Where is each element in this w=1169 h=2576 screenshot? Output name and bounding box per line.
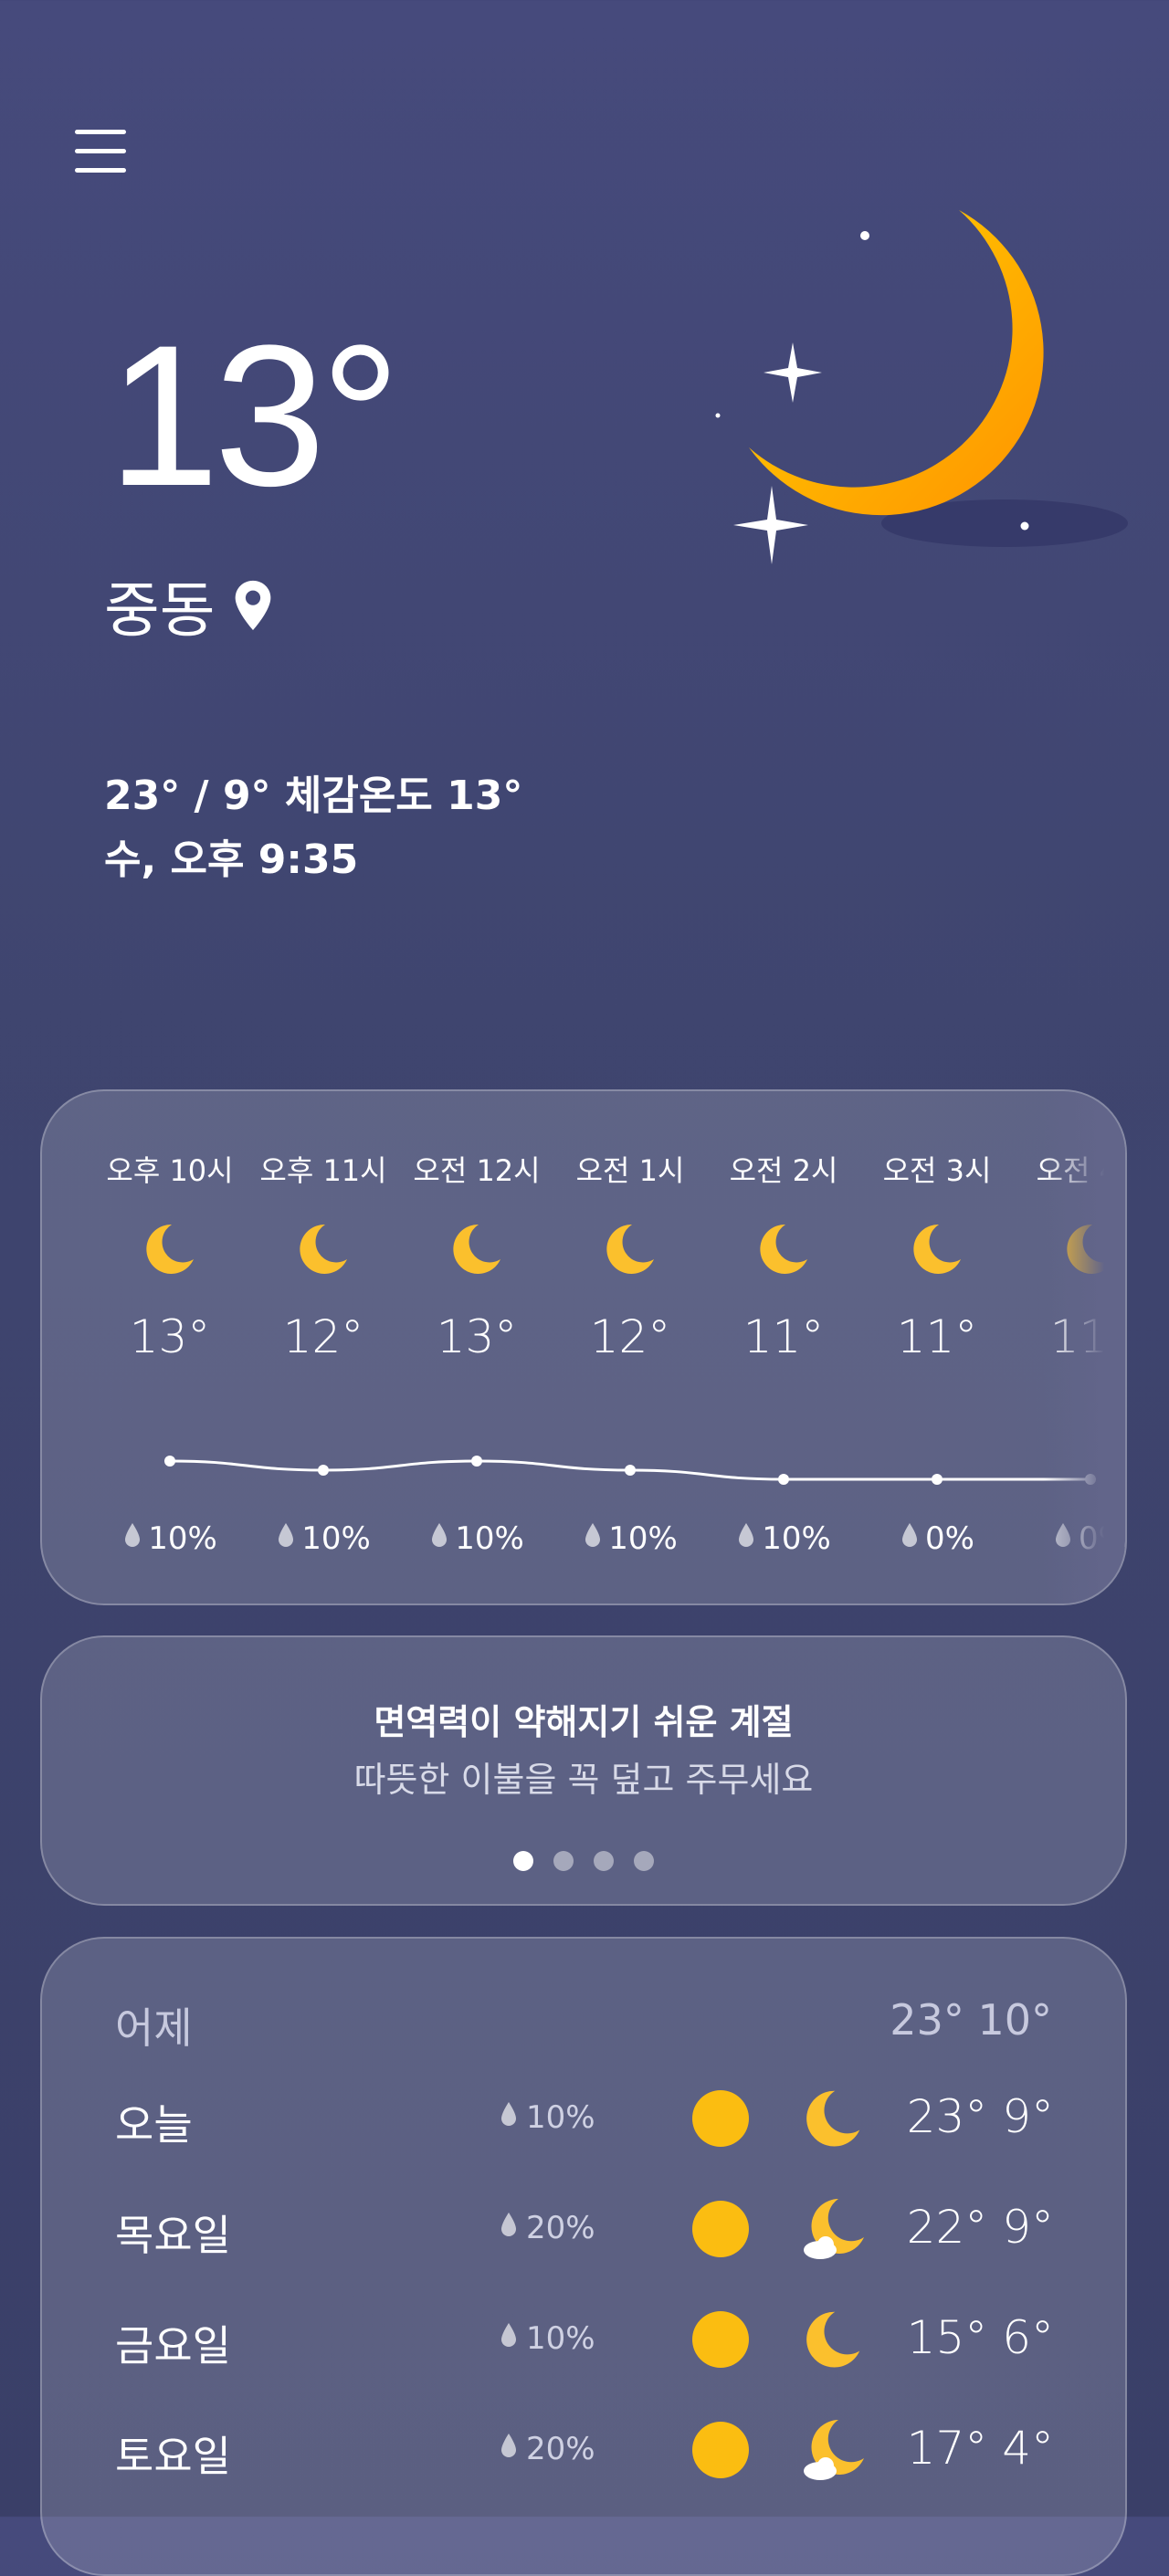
- raindrop-icon: [499, 2320, 519, 2357]
- sun-icon: [692, 2422, 749, 2478]
- day-temps: 22° 9°: [906, 2201, 1054, 2254]
- page-dot[interactable]: [594, 1851, 614, 1871]
- moon-icon: [294, 1219, 353, 1277]
- moon-icon: [601, 1219, 659, 1277]
- yesterday-label: 어제: [115, 2003, 193, 2053]
- raindrop-icon: [499, 2099, 519, 2136]
- moon-icon: [448, 1219, 506, 1277]
- raindrop-icon: [900, 1520, 920, 1557]
- menu-icon-line: [75, 149, 126, 153]
- hour-time: 오전 1시: [575, 1153, 685, 1188]
- hourly-item: 오전 12시 13° 10%: [400, 1091, 553, 1603]
- page-dot[interactable]: [553, 1851, 574, 1871]
- page-dot[interactable]: [634, 1851, 654, 1871]
- raindrop-icon: [122, 1520, 142, 1557]
- hourly-item: 오전 3시 11° 0%: [860, 1091, 1014, 1603]
- rain-probability: 10%: [762, 1520, 831, 1557]
- day-rain: 10%: [499, 2099, 645, 2136]
- tip-title: 면역력이 약해지기 쉬운 계절: [374, 1702, 794, 1742]
- hour-rain: 10%: [247, 1520, 400, 1557]
- daily-row[interactable]: 금요일 10% 15° 6°: [42, 2306, 1125, 2379]
- hourly-item: 오전 1시 12° 10%: [553, 1091, 707, 1603]
- hour-rain: 10%: [93, 1520, 247, 1557]
- high-low-feels-like: 23° / 9° 체감온도 13°: [104, 773, 523, 819]
- hour-rain: 0%: [860, 1520, 1014, 1557]
- day-rain: 10%: [499, 2320, 645, 2357]
- day-rain: 20%: [499, 2210, 645, 2246]
- location-name: 중동: [104, 575, 216, 646]
- rain-probability: 10%: [455, 1520, 524, 1557]
- day-temps: 15° 6°: [906, 2311, 1054, 2364]
- raindrop-icon: [276, 1520, 296, 1557]
- hour-temp: 13°: [129, 1310, 211, 1363]
- yesterday-temps: 23° 10°: [890, 1995, 1052, 2045]
- hour-temp: 12°: [589, 1310, 671, 1363]
- day-rain: 20%: [499, 2431, 645, 2467]
- hour-temp: 11°: [896, 1310, 978, 1363]
- day-temps: 17° 4°: [906, 2422, 1054, 2475]
- tip-card[interactable]: 면역력이 약해지기 쉬운 계절 따뜻한 이불을 꼭 덮고 주무세요: [40, 1635, 1127, 1906]
- moon-icon: [800, 2085, 873, 2150]
- hourly-item: 오후 10시 13° 10%: [93, 1091, 247, 1603]
- hour-time: 오후 10시: [106, 1153, 234, 1188]
- moon-icon: [141, 1219, 199, 1277]
- sun-icon: [692, 2201, 749, 2257]
- rain-probability: 20%: [526, 2210, 595, 2246]
- day-name: 오늘: [115, 2100, 193, 2150]
- location-pin-icon: [236, 580, 271, 631]
- hourly-item: 오전 2시 11° 10%: [707, 1091, 860, 1603]
- day-name: 목요일: [115, 2211, 231, 2260]
- crescent-moon-illustration: [715, 210, 1128, 564]
- daily-row[interactable]: 토요일 20% 17° 4°: [42, 2416, 1125, 2489]
- raindrop-icon: [499, 2431, 519, 2467]
- sun-icon: [692, 2090, 749, 2147]
- daily-forecast-card[interactable]: 어제 23° 10° 오늘 10% 23° 9° 목요일 20% 22° 9° …: [40, 1937, 1127, 2576]
- hour-rain: 10%: [400, 1520, 553, 1557]
- moon-cloud-icon: [800, 2416, 873, 2482]
- hour-temp: 12°: [282, 1310, 364, 1363]
- yesterday-row: 어제 23° 10°: [115, 1995, 1052, 2056]
- hourly-forecast-card[interactable]: 오후 10시 13° 10% 오후 11시 12° 10% 오전 12시 13°…: [40, 1089, 1127, 1605]
- raindrop-icon: [583, 1520, 603, 1557]
- daily-row[interactable]: 오늘 10% 23° 9°: [42, 2085, 1125, 2158]
- day-temps: 23° 9°: [906, 2090, 1054, 2143]
- current-temperature: 13°: [108, 303, 401, 528]
- rain-probability: 10%: [608, 1520, 678, 1557]
- rain-probability: 10%: [301, 1520, 371, 1557]
- moon-icon: [754, 1219, 813, 1277]
- menu-button[interactable]: [75, 130, 130, 181]
- moon-icon: [800, 2306, 873, 2371]
- moon-cloud-icon: [800, 2195, 873, 2261]
- location[interactable]: 중동: [104, 562, 275, 649]
- hour-time: 오전 2시: [729, 1153, 838, 1188]
- raindrop-icon: [736, 1520, 756, 1557]
- hour-time: 오전 3시: [882, 1153, 992, 1188]
- hour-time: 오후 11시: [259, 1153, 387, 1188]
- hour-rain: 10%: [553, 1520, 707, 1557]
- rain-probability: 20%: [526, 2431, 595, 2467]
- rain-probability: 0%: [925, 1520, 974, 1557]
- rain-probability: 10%: [526, 2099, 595, 2136]
- hour-temp: 13°: [436, 1310, 518, 1363]
- page-indicator: [42, 1851, 1125, 1871]
- hour-temp: 11°: [742, 1310, 825, 1363]
- sun-icon: [692, 2311, 749, 2368]
- day-name: 금요일: [115, 2321, 231, 2371]
- raindrop-icon: [499, 2210, 519, 2246]
- current-datetime: 수, 오후 9:35: [104, 836, 359, 883]
- scroll-fade: [1043, 1091, 1125, 1603]
- rain-probability: 10%: [148, 1520, 217, 1557]
- menu-icon-line: [75, 168, 126, 173]
- raindrop-icon: [429, 1520, 449, 1557]
- rain-probability: 10%: [526, 2320, 595, 2357]
- moon-icon: [908, 1219, 966, 1277]
- daily-row[interactable]: 목요일 20% 22° 9°: [42, 2195, 1125, 2268]
- hour-rain: 10%: [707, 1520, 860, 1557]
- menu-icon-line: [75, 130, 126, 134]
- page-dot[interactable]: [513, 1851, 533, 1871]
- hourly-item: 오후 11시 12° 10%: [247, 1091, 400, 1603]
- day-name: 토요일: [115, 2432, 231, 2481]
- tip-subtitle: 따뜻한 이불을 꼭 덮고 주무세요: [353, 1760, 814, 1800]
- hour-time: 오전 12시: [413, 1153, 541, 1188]
